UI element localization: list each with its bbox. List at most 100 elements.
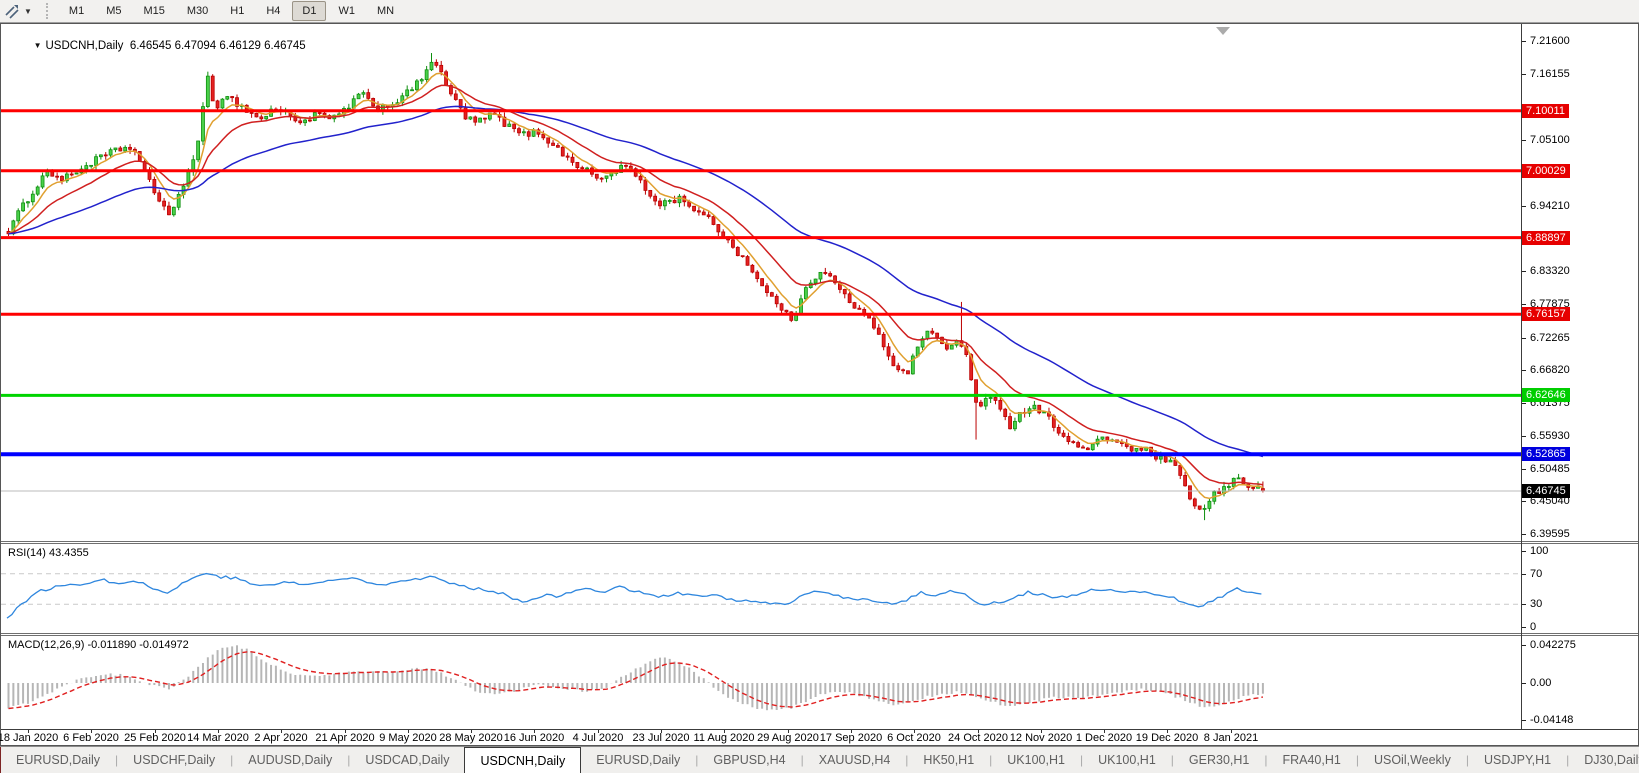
date-label: 9 May 2020 bbox=[379, 732, 436, 744]
chart-tab-eurusd[interactable]: EURUSD,Daily bbox=[581, 747, 695, 773]
rsi-tick-label: 30 bbox=[1530, 598, 1542, 610]
price-line-tag: 6.88897 bbox=[1522, 231, 1570, 245]
price-tick-label: 6.94210 bbox=[1530, 200, 1570, 212]
price-line-tag: 6.76157 bbox=[1522, 307, 1570, 321]
macd-tick-mark bbox=[1522, 720, 1526, 721]
price-tick-mark bbox=[1522, 304, 1526, 305]
date-label: 4 Jul 2020 bbox=[573, 732, 624, 744]
price-tick-mark bbox=[1522, 436, 1526, 437]
price-line-tag: 6.62646 bbox=[1522, 388, 1570, 402]
date-label: 24 Oct 2020 bbox=[948, 732, 1008, 744]
rsi-label: RSI(14) 43.4355 bbox=[8, 547, 89, 559]
chart-tab-dj30[interactable]: DJ30,Daily bbox=[1569, 747, 1639, 773]
collapse-triangle-icon[interactable]: ▼ bbox=[34, 41, 42, 50]
moving-averages bbox=[9, 73, 1263, 498]
macd-panel[interactable]: MACD(12,26,9) -0.011890 -0.014972 bbox=[1, 636, 1638, 729]
trendline-tool-icon[interactable] bbox=[4, 3, 21, 19]
rsi-tick-mark bbox=[1522, 604, 1526, 605]
chart-window[interactable]: ▼USDCNH,Daily 6.46545 6.47094 6.46129 6.… bbox=[0, 23, 1639, 746]
rsi-tick-label: 0 bbox=[1530, 621, 1536, 633]
chart-title-symbol: USDCNH,Daily bbox=[45, 40, 123, 52]
chart-tab-usdcad[interactable]: USDCAD,Daily bbox=[350, 747, 464, 773]
toolbar-grip-handle[interactable] bbox=[46, 3, 51, 19]
date-axis[interactable]: 18 Jan 2020 6 Feb 2020 25 Feb 202014 Mar 2… bbox=[1, 730, 1638, 746]
chart-tab-usdcnh[interactable]: USDCNH,Daily bbox=[464, 747, 581, 773]
price-tick-label: 6.50485 bbox=[1530, 463, 1570, 475]
chart-tab-fra40[interactable]: FRA40,H1 bbox=[1267, 747, 1355, 773]
date-label: 16 Jun 2020 bbox=[504, 732, 565, 744]
chart-tab-xauusd[interactable]: XAUUSD,H4 bbox=[804, 747, 906, 773]
horizontal-lines[interactable] bbox=[1, 111, 1521, 491]
chart-tab-uk100[interactable]: UK100,H1 bbox=[992, 747, 1080, 773]
timeframe-button-m5[interactable]: M5 bbox=[96, 1, 131, 21]
rsi-tick-mark bbox=[1522, 627, 1526, 628]
macd-canvas[interactable] bbox=[1, 636, 1521, 729]
chart-title: ▼USDCNH,Daily 6.46545 6.47094 6.46129 6.… bbox=[8, 28, 306, 64]
price-tick-mark bbox=[1522, 501, 1526, 502]
timeframe-button-mn[interactable]: MN bbox=[367, 1, 404, 21]
price-panel[interactable]: ▼USDCNH,Daily 6.46545 6.47094 6.46129 6.… bbox=[1, 24, 1638, 541]
date-label: 17 Sep 2020 bbox=[820, 732, 882, 744]
macd-tick-label: 0.00 bbox=[1530, 677, 1551, 689]
price-tick-mark bbox=[1522, 41, 1526, 42]
price-tick-label: 6.55930 bbox=[1530, 430, 1570, 442]
chart-tabbar: EURUSD,Daily|USDCHF,Daily|AUDUSD,Daily|U… bbox=[0, 746, 1639, 773]
chart-tab-hk50[interactable]: HK50,H1 bbox=[908, 747, 989, 773]
timeframe-toolbar: ▼ M1M5M15M30H1H4D1W1MN bbox=[0, 0, 1639, 23]
toolbar-dropdown-caret-icon[interactable]: ▼ bbox=[24, 7, 32, 16]
date-label: 11 Aug 2020 bbox=[694, 732, 755, 744]
date-label: 19 Dec 2020 bbox=[1136, 732, 1198, 744]
price-tick-mark bbox=[1522, 534, 1526, 535]
chart-tab-ger30[interactable]: GER30,H1 bbox=[1174, 747, 1264, 773]
date-label: 12 Nov 2020 bbox=[1010, 732, 1072, 744]
timeframe-button-h1[interactable]: H1 bbox=[220, 1, 254, 21]
timeframe-button-m30[interactable]: M30 bbox=[177, 1, 218, 21]
date-label: 28 May 2020 bbox=[439, 732, 503, 744]
chart-tab-usdchf[interactable]: USDCHF,Daily bbox=[118, 747, 230, 773]
price-tick-mark bbox=[1522, 370, 1526, 371]
price-tick-label: 7.16155 bbox=[1530, 68, 1570, 80]
chart-tab-audusd[interactable]: AUDUSD,Daily bbox=[233, 747, 347, 773]
toolbar-tool-group[interactable]: ▼ bbox=[0, 3, 36, 19]
chart-tab-usoil[interactable]: USOil,Weekly bbox=[1359, 747, 1466, 773]
price-tick-label: 6.39595 bbox=[1530, 528, 1570, 540]
chart-tab-uk100[interactable]: UK100,H1 bbox=[1083, 747, 1171, 773]
timeframe-button-m15[interactable]: M15 bbox=[133, 1, 174, 21]
price-axis-border bbox=[1521, 24, 1522, 730]
timeframe-button-d1[interactable]: D1 bbox=[292, 1, 326, 21]
date-label: 6 Feb 2020 bbox=[63, 732, 119, 744]
rsi-panel[interactable]: RSI(14) 43.4355 bbox=[1, 544, 1638, 633]
price-tick-mark bbox=[1522, 74, 1526, 75]
rsi-tick-mark bbox=[1522, 551, 1526, 552]
macd-label: MACD(12,26,9) -0.011890 -0.014972 bbox=[8, 639, 189, 651]
chart-tab-eurusd[interactable]: EURUSD,Daily bbox=[1, 747, 115, 773]
price-line-tag: 7.00029 bbox=[1522, 164, 1570, 178]
date-label: 14 Mar 2020 bbox=[187, 732, 249, 744]
rsi-canvas[interactable] bbox=[1, 544, 1521, 633]
candles bbox=[7, 53, 1264, 520]
chart-title-ohlc: 6.46545 6.47094 6.46129 6.46745 bbox=[130, 40, 306, 52]
price-tick-mark bbox=[1522, 140, 1526, 141]
macd-tick-label: -0.04148 bbox=[1530, 714, 1573, 726]
chart-tab-usdjpy[interactable]: USDJPY,H1 bbox=[1469, 747, 1566, 773]
date-label: 18 Jan 2020 bbox=[0, 732, 58, 744]
date-label: 21 Apr 2020 bbox=[315, 732, 374, 744]
macd-tick-label: 0.042275 bbox=[1530, 639, 1576, 651]
date-label: 2 Apr 2020 bbox=[254, 732, 307, 744]
timeframe-button-w1[interactable]: W1 bbox=[328, 1, 365, 21]
price-line-tag: 6.46745 bbox=[1522, 484, 1570, 498]
price-tick-label: 6.83320 bbox=[1530, 265, 1570, 277]
price-chart-canvas[interactable] bbox=[1, 24, 1521, 541]
mt4-window: ▼ M1M5M15M30H1H4D1W1MN ▼USDCNH,Daily 6.4… bbox=[0, 0, 1639, 773]
date-label: 23 Jul 2020 bbox=[633, 732, 690, 744]
timeframe-button-m1[interactable]: M1 bbox=[59, 1, 94, 21]
chart-tab-gbpusd[interactable]: GBPUSD,H4 bbox=[698, 747, 800, 773]
price-line-tag: 6.52865 bbox=[1522, 447, 1570, 461]
macd-tick-mark bbox=[1522, 683, 1526, 684]
date-label: 8 Jan 2021 bbox=[1204, 732, 1258, 744]
date-label: 25 Feb 2020 bbox=[124, 732, 186, 744]
timeframe-button-h4[interactable]: H4 bbox=[256, 1, 290, 21]
chart-shift-marker-icon[interactable] bbox=[1216, 27, 1230, 35]
timeframe-buttons: M1M5M15M30H1H4D1W1MN bbox=[59, 1, 404, 21]
price-tick-label: 7.21600 bbox=[1530, 35, 1570, 47]
